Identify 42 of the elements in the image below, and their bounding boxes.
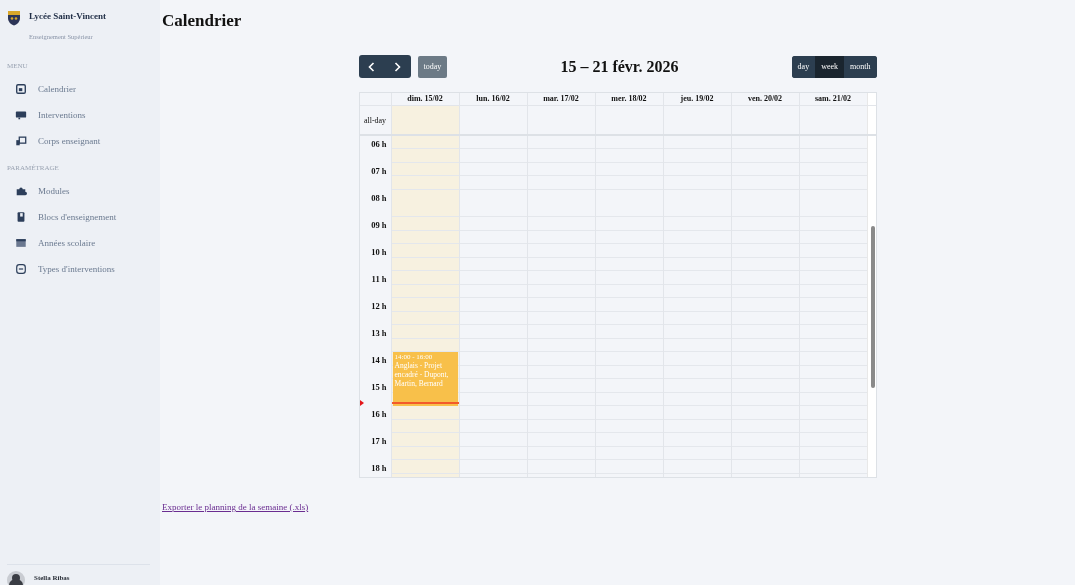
page-title: Calendrier	[162, 10, 243, 32]
hour-label: 18 h	[371, 463, 387, 473]
hour-label: 16 h	[371, 409, 387, 419]
table-icon	[15, 237, 27, 249]
hour-label: 14 h	[371, 355, 387, 365]
hour-label: 17 h	[371, 436, 387, 446]
hour-label: 11 h	[371, 274, 387, 284]
scrollbar-thumb[interactable]	[870, 226, 875, 388]
now-marker-icon	[359, 400, 364, 407]
day-header: mer. 18/02	[594, 93, 663, 105]
sidebar-item[interactable]: Types d'interventions	[0, 256, 160, 282]
sidebar-item[interactable]: Années scolaire	[0, 230, 160, 256]
chevron-right-icon	[394, 61, 401, 72]
hour-label: 15 h	[371, 382, 387, 392]
sidebar-item[interactable]: Corps enseignant	[0, 128, 160, 154]
hour-label: 08 h	[371, 193, 387, 203]
board-icon	[15, 135, 27, 147]
puzzle-icon	[15, 185, 27, 197]
hour-label: 13 h	[371, 328, 387, 338]
monitor-icon	[15, 109, 27, 121]
day-header: mar. 17/02	[526, 93, 595, 105]
sidebar-item[interactable]: Interventions	[0, 102, 160, 128]
chevron-left-icon	[368, 61, 375, 72]
calendar-icon	[15, 83, 27, 95]
day-header: jeu. 19/02	[662, 93, 731, 105]
hour-label: 09 h	[371, 220, 387, 230]
school-name: Lycée Saint-Vincent	[29, 11, 106, 21]
sidebar-item[interactable]: Modules	[0, 178, 160, 204]
day-header: sam. 21/02	[798, 93, 867, 105]
shield-icon	[7, 10, 21, 26]
hour-label: 06 h	[371, 139, 387, 149]
date-range-title: 15 – 21 févr. 2026	[559, 57, 680, 76]
view-tab[interactable]: week	[815, 55, 845, 78]
hour-label: 07 h	[371, 166, 387, 176]
hour-label: 10 h	[371, 247, 387, 257]
export-link[interactable]: Exporter le planning de la semaine (.xls)	[162, 502, 309, 512]
sidebar-item[interactable]: Calendrier	[0, 76, 160, 102]
sidebar-item[interactable]: Blocs d'enseignement	[0, 204, 160, 230]
hour-label: 12 h	[371, 301, 387, 311]
avatar-icon	[7, 571, 25, 585]
book-icon	[15, 211, 27, 223]
day-header: ven. 20/02	[730, 93, 799, 105]
